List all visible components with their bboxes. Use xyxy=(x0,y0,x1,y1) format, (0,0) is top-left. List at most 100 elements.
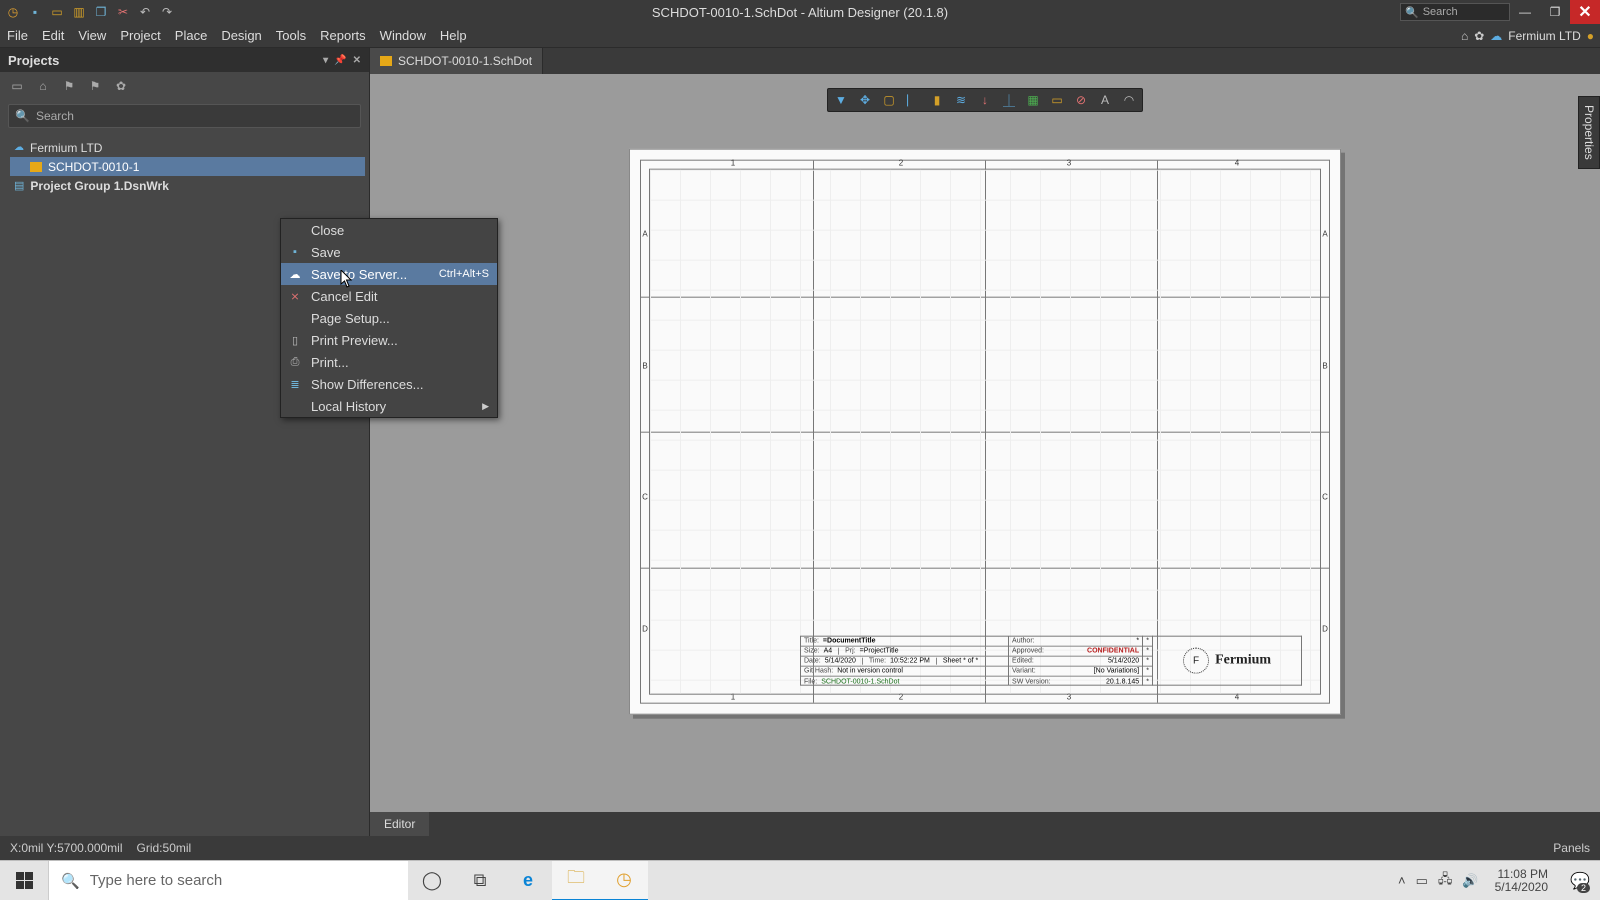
flag-icon[interactable]: ⚑ xyxy=(62,79,76,93)
document-tab[interactable]: SCHDOT-0010-1.SchDot xyxy=(370,48,543,74)
windows-taskbar: 🔍 Type here to search ◯ ⧉ e 🗀 ◷ ˄ ▭ 🖧 🔊 … xyxy=(0,860,1600,900)
cm-print-preview[interactable]: ▯ Print Preview... xyxy=(281,329,497,351)
menu-window[interactable]: Window xyxy=(373,24,433,47)
pin-down-icon[interactable]: ↓ xyxy=(978,93,992,107)
editor-footer: Editor xyxy=(370,812,1600,836)
status-grid: Grid:50mil xyxy=(137,841,192,855)
projects-search-placeholder: Search xyxy=(36,109,74,123)
copy-icon[interactable]: ❐ xyxy=(94,5,108,19)
notification-count: 2 xyxy=(1577,883,1590,893)
arc-icon[interactable]: ◠ xyxy=(1122,93,1136,107)
menu-project[interactable]: Project xyxy=(113,24,167,47)
move-icon[interactable]: ✥ xyxy=(858,93,872,107)
fermium-logo-icon: F xyxy=(1183,648,1209,674)
sheet-outer-frame: 1234 1234 ABCD ABCD xyxy=(640,160,1330,704)
gear-icon[interactable]: ✿ xyxy=(114,79,128,93)
cm-page-setup[interactable]: Page Setup... xyxy=(281,307,497,329)
menu-view[interactable]: View xyxy=(71,24,113,47)
projects-search[interactable]: 🔍 Search xyxy=(8,104,361,128)
cm-save-to-server[interactable]: ☁ Save to Server... Ctrl+Alt+S xyxy=(281,263,497,285)
cm-print[interactable]: ⎙ Print... xyxy=(281,351,497,373)
projects-panel-header[interactable]: Projects ▾ 📌 ✕ xyxy=(0,48,369,72)
taskbar-time: 11:08 PM xyxy=(1495,868,1548,881)
cut-icon[interactable]: ✂ xyxy=(116,5,130,19)
taskbar-clock[interactable]: 11:08 PM 5/14/2020 xyxy=(1489,868,1554,894)
projects-panel-title: Projects xyxy=(8,53,59,68)
search-icon: 🔍 xyxy=(1405,6,1419,19)
cloud-sync-icon[interactable]: ☁ xyxy=(1490,29,1502,43)
home-icon[interactable]: ⌂ xyxy=(1461,29,1468,43)
cm-save[interactable]: ▪ Save xyxy=(281,241,497,263)
tree-group[interactable]: ▤ Project Group 1.DsnWrk xyxy=(10,176,365,195)
menu-design[interactable]: Design xyxy=(214,24,268,47)
tray-chevron-icon[interactable]: ˄ xyxy=(1398,873,1406,888)
altium-logo-icon: ◷ xyxy=(6,5,20,19)
minimize-button[interactable]: — xyxy=(1510,0,1540,24)
title-bar: ◷ ▪ ▭ ▥ ❐ ✂ ↶ ↷ SCHDOT-0010-1.SchDot - A… xyxy=(0,0,1600,24)
tag-icon[interactable]: ▭ xyxy=(1050,93,1064,107)
start-button[interactable] xyxy=(0,861,48,900)
panel-close-icon[interactable]: ✕ xyxy=(353,55,361,66)
file-explorer-button[interactable]: 🗀 xyxy=(552,861,600,900)
panel-dropdown-icon[interactable]: ▾ xyxy=(323,55,328,66)
text-icon[interactable]: A xyxy=(1098,93,1112,107)
align-center-icon[interactable]: ▮ xyxy=(930,93,944,107)
task-view-button[interactable]: ⧉ xyxy=(456,861,504,900)
rect-icon[interactable]: ▢ xyxy=(882,93,896,107)
tree-root-label: Fermium LTD xyxy=(30,141,102,155)
cm-show-differences[interactable]: ≣ Show Differences... xyxy=(281,373,497,395)
cm-cancel-edit[interactable]: ⨯ Cancel Edit xyxy=(281,285,497,307)
undo-icon[interactable]: ↶ xyxy=(138,5,152,19)
cm-close[interactable]: Close xyxy=(281,219,497,241)
windows-search[interactable]: 🔍 Type here to search xyxy=(48,861,408,900)
open-icon[interactable]: ▭ xyxy=(50,5,64,19)
save-icon[interactable]: ▪ xyxy=(28,5,42,19)
menu-place[interactable]: Place xyxy=(168,24,215,47)
edge-button[interactable]: e xyxy=(504,861,552,900)
tray-volume-icon[interactable]: 🔊 xyxy=(1462,873,1478,889)
panels-button[interactable]: Panels xyxy=(1553,841,1590,855)
sheet-icon[interactable]: ▦ xyxy=(1026,93,1040,107)
circle-x-icon[interactable]: ⊘ xyxy=(1074,93,1088,107)
cortana-button[interactable]: ◯ xyxy=(408,861,456,900)
menu-file[interactable]: File xyxy=(0,24,35,47)
redo-icon[interactable]: ↷ xyxy=(160,5,174,19)
org-label[interactable]: Fermium LTD xyxy=(1508,29,1580,43)
flag2-icon[interactable]: ⚑ xyxy=(88,79,102,93)
save-icon: ▪ xyxy=(287,244,303,260)
pin-align-icon[interactable]: ⏊ xyxy=(1002,92,1016,109)
folder-icon[interactable]: ▥ xyxy=(72,5,86,19)
filter-icon[interactable]: ▼ xyxy=(834,93,848,107)
menu-tools[interactable]: Tools xyxy=(269,24,313,47)
menu-edit[interactable]: Edit xyxy=(35,24,71,47)
menu-reports[interactable]: Reports xyxy=(313,24,373,47)
close-button[interactable]: ✕ xyxy=(1570,0,1600,24)
schematic-sheet[interactable]: 1234 1234 ABCD ABCD xyxy=(629,149,1341,715)
home-small-icon[interactable]: ⌂ xyxy=(36,79,50,93)
window-title: SCHDOT-0010-1.SchDot - Altium Designer (… xyxy=(652,5,948,20)
editor-tab[interactable]: Editor xyxy=(370,812,429,836)
tray-network-icon[interactable]: 🖧 xyxy=(1438,870,1453,892)
properties-panel-tab[interactable]: Properties xyxy=(1578,96,1600,169)
cm-local-history[interactable]: Local History ▶ xyxy=(281,395,497,417)
user-avatar-icon[interactable]: ● xyxy=(1587,29,1594,43)
altium-taskbar-button[interactable]: ◷ xyxy=(600,861,648,900)
menu-help[interactable]: Help xyxy=(433,24,474,47)
notifications-button[interactable]: 💬 2 xyxy=(1560,861,1600,900)
tree-item-schdot[interactable]: SCHDOT-0010-1 xyxy=(10,157,365,176)
titlebar-search[interactable]: 🔍 Search xyxy=(1400,3,1510,21)
align-dist-icon[interactable]: ≋ xyxy=(954,93,968,107)
new-doc-icon[interactable]: ▭ xyxy=(10,79,24,93)
status-bar: X:0mil Y:5700.000mil Grid:50mil Panels xyxy=(0,836,1600,860)
maximize-button[interactable]: ❐ xyxy=(1540,0,1570,24)
panel-pin-icon[interactable]: 📌 xyxy=(334,55,346,66)
align-left-icon[interactable]: ⎸ xyxy=(906,93,920,108)
system-tray: ˄ ▭ 🖧 🔊 11:08 PM 5/14/2020 xyxy=(1392,868,1560,894)
canvas[interactable]: ▼ ✥ ▢ ⎸ ▮ ≋ ↓ ⏊ ▦ ▭ ⊘ A ◠ xyxy=(370,74,1600,812)
titlebar-quick-icons: ◷ ▪ ▭ ▥ ❐ ✂ ↶ ↷ xyxy=(0,5,174,19)
tree-root-org[interactable]: ☁ Fermium LTD xyxy=(10,138,365,157)
blank-icon xyxy=(287,222,303,238)
settings-icon[interactable]: ✿ xyxy=(1474,29,1484,43)
blank-icon xyxy=(287,310,303,326)
tray-battery-icon[interactable]: ▭ xyxy=(1416,873,1428,889)
